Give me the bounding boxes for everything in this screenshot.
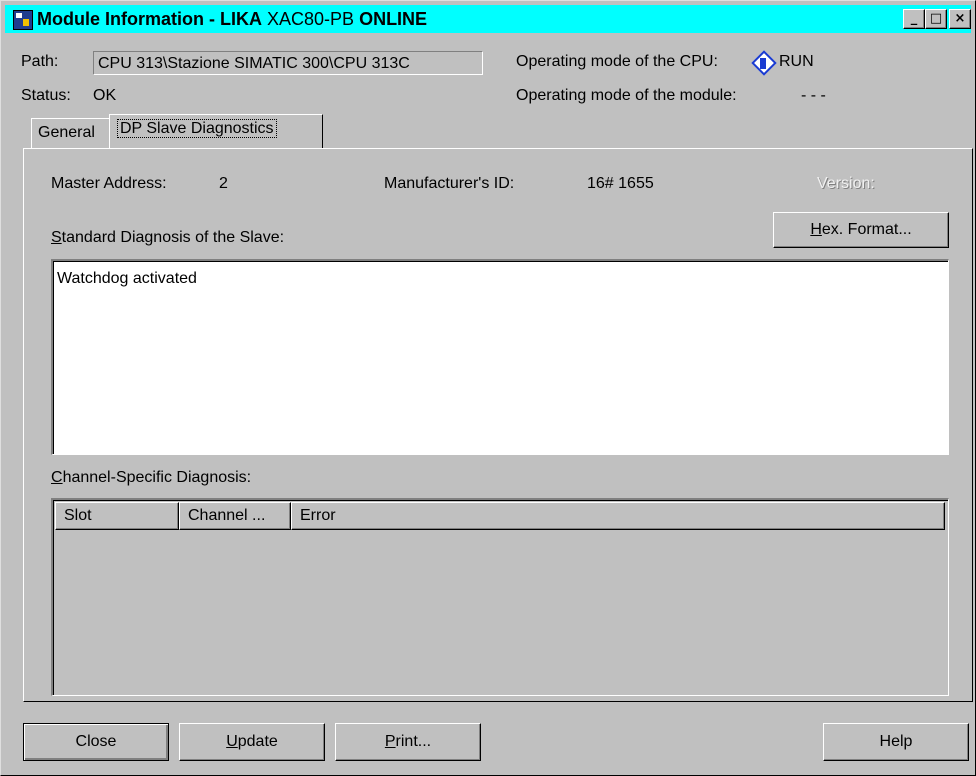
version-label: Version: — [817, 175, 875, 192]
standard-diagnosis-mnemonic: S — [51, 229, 62, 246]
hex-format-button[interactable]: Hex. Format... — [773, 212, 949, 248]
column-header-channel[interactable]: Channel ... — [179, 502, 291, 530]
app-icon — [13, 10, 33, 30]
cpu-mode-value: RUN — [779, 53, 814, 70]
window-title: Module Information - LIKA XAC80-PB ONLIN… — [37, 9, 427, 30]
master-address-value: 2 — [219, 175, 228, 192]
column-header-error[interactable]: Error — [291, 502, 945, 530]
hex-format-label: ex. Format... — [821, 221, 912, 238]
module-mode-value: - - - — [801, 87, 826, 104]
close-window-button[interactable]: × — [949, 9, 971, 29]
minimize-button[interactable]: _ — [903, 9, 925, 29]
update-button[interactable]: Update — [179, 723, 325, 761]
module-mode-label: Operating mode of the module: — [516, 87, 737, 104]
maximize-button[interactable]: □ — [925, 9, 947, 29]
title-module: LIKA — [219, 9, 262, 29]
run-state-icon-core — [760, 58, 766, 69]
help-button[interactable]: Help — [823, 723, 969, 761]
update-label: pdate — [237, 733, 278, 750]
standard-diagnosis-label: Standard Diagnosis of the Slave: — [51, 229, 284, 247]
manufacturer-id-label: Manufacturer's ID: — [384, 175, 515, 192]
tab-dp-slave-diagnostics-label: DP Slave Diagnostics — [117, 119, 277, 138]
status-label: Status: — [21, 87, 71, 104]
channel-diagnosis-mnemonic: C — [51, 469, 63, 486]
channel-diagnosis-table[interactable]: Slot Channel ... Error — [51, 498, 949, 696]
cpu-mode-label: Operating mode of the CPU: — [516, 53, 718, 70]
path-field: CPU 313\Stazione SIMATIC 300\CPU 313C — [93, 51, 483, 75]
manufacturer-id-value: 16# 1655 — [587, 175, 654, 192]
standard-diagnosis-label-text: tandard Diagnosis of the Slave: — [61, 229, 285, 246]
print-label: rint... — [395, 733, 432, 750]
status-value: OK — [93, 87, 117, 104]
print-button[interactable]: Print... — [335, 723, 481, 761]
tab-dp-slave-diagnostics[interactable]: DP Slave Diagnostics — [109, 114, 323, 148]
column-header-slot[interactable]: Slot — [55, 502, 179, 530]
tab-general[interactable]: General — [31, 118, 111, 148]
module-information-window: Module Information - LIKA XAC80-PB ONLIN… — [0, 0, 976, 776]
title-state: ONLINE — [359, 9, 428, 29]
standard-diagnosis-list[interactable]: Watchdog activated — [51, 259, 949, 455]
title-prefix: Module Information - — [37, 9, 220, 29]
tab-general-label: General — [38, 124, 95, 141]
close-button[interactable]: Close — [23, 723, 169, 761]
title-model: XAC80-PB — [267, 9, 355, 29]
channel-diagnosis-label: Channel-Specific Diagnosis: — [51, 469, 251, 487]
channel-diagnosis-label-text: hannel-Specific Diagnosis: — [62, 469, 252, 486]
list-item[interactable]: Watchdog activated — [57, 269, 944, 289]
update-mnemonic: U — [226, 733, 238, 750]
path-label: Path: — [21, 53, 59, 70]
print-mnemonic: P — [384, 733, 396, 750]
title-bar[interactable]: Module Information - LIKA XAC80-PB ONLIN… — [5, 5, 971, 33]
master-address-label: Master Address: — [51, 175, 167, 192]
hex-format-mnemonic: H — [810, 221, 822, 238]
